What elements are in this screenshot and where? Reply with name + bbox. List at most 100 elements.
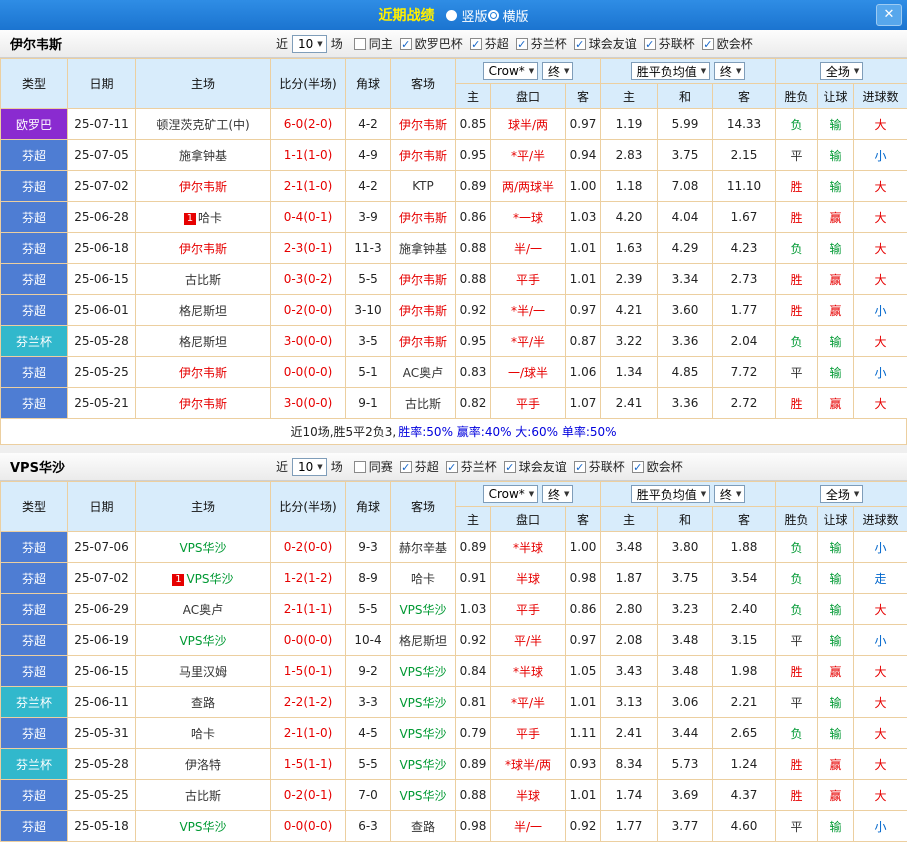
away-team: VPS华沙 — [391, 718, 456, 749]
avg-draw: 3.48 — [658, 625, 713, 656]
competition-filter-checkbox[interactable]: ✓芬联杯 — [644, 35, 695, 52]
col-odds-away: 客 — [566, 84, 601, 109]
result-goals: 大 — [854, 233, 907, 264]
close-button[interactable]: ✕ — [876, 4, 902, 26]
avg-type-select[interactable]: 胜平负均值▼ — [631, 62, 710, 80]
scope-select[interactable]: 全场▼ — [820, 62, 863, 80]
match-corners: 4-5 — [346, 718, 391, 749]
avg-away: 1.67 — [713, 202, 776, 233]
avg-home: 2.39 — [601, 264, 658, 295]
match-corners: 5-5 — [346, 749, 391, 780]
result-goals: 大 — [854, 388, 907, 419]
rank-badge: 1 — [184, 213, 196, 225]
away-team: 古比斯 — [391, 388, 456, 419]
odds-away: 0.86 — [566, 594, 601, 625]
select-value: 终 — [720, 63, 732, 80]
home-team: VPS华沙 — [136, 532, 271, 563]
avg-time-select[interactable]: 终▼ — [714, 485, 745, 503]
avg-draw: 3.80 — [658, 532, 713, 563]
odds-time-select[interactable]: 终▼ — [542, 62, 573, 80]
result-handicap: 赢 — [818, 264, 854, 295]
away-team: AC奥卢 — [391, 357, 456, 388]
scope-select[interactable]: 全场▼ — [820, 485, 863, 503]
away-team-name: 伊尔韦斯 — [399, 273, 447, 287]
filter-label: 芬联杯 — [589, 458, 625, 475]
match-row: 芬兰杯25-06-11查路2-2(1-2)3-3VPS华沙0.81*平/半1.0… — [1, 687, 907, 718]
avg-home: 4.21 — [601, 295, 658, 326]
odds-company-select[interactable]: Crow*▼ — [483, 485, 539, 503]
checkbox-checked-icon: ✓ — [644, 38, 656, 50]
home-team: 1VPS华沙 — [136, 563, 271, 594]
result-wdl: 负 — [776, 233, 818, 264]
result-wdl: 负 — [776, 563, 818, 594]
odds-away: 1.01 — [566, 780, 601, 811]
chevron-down-icon: ▼ — [854, 67, 859, 75]
competition-filter-checkbox[interactable]: ✓芬超 — [470, 35, 509, 52]
avg-away: 2.04 — [713, 326, 776, 357]
result-goals: 大 — [854, 326, 907, 357]
filter-label: 欧会杯 — [717, 35, 753, 52]
competition-filter-checkbox[interactable]: ✓芬兰杯 — [516, 35, 567, 52]
competition-filter-checkbox[interactable]: ✓芬兰杯 — [446, 458, 497, 475]
odds-away: 0.92 — [566, 811, 601, 842]
match-row: 芬超25-07-021VPS华沙1-2(1-2)8-9哈卡0.91半球0.981… — [1, 563, 907, 594]
avg-time-select[interactable]: 终▼ — [714, 62, 745, 80]
match-row: 芬超25-07-05施拿钟基1-1(1-0)4-9伊尔韦斯0.95*平/半0.9… — [1, 140, 907, 171]
odds-home: 0.95 — [456, 140, 491, 171]
match-type-badge: 芬超 — [1, 388, 68, 419]
avg-away: 4.37 — [713, 780, 776, 811]
avg-type-select[interactable]: 胜平负均值▼ — [631, 485, 710, 503]
competition-filter-checkbox[interactable]: ✓球会友谊 — [504, 458, 567, 475]
odds-home: 0.84 — [456, 656, 491, 687]
result-wdl: 胜 — [776, 202, 818, 233]
away-team-name: 伊尔韦斯 — [399, 149, 447, 163]
col-result-goals: 进球数 — [854, 507, 907, 532]
avg-home: 3.48 — [601, 532, 658, 563]
select-value: 10 — [298, 37, 313, 51]
checkbox-checked-icon: ✓ — [400, 38, 412, 50]
odds-away: 0.87 — [566, 326, 601, 357]
avg-home: 1.77 — [601, 811, 658, 842]
odds-time-select[interactable]: 终▼ — [542, 485, 573, 503]
avg-group-header: 胜平负均值▼ 终▼ — [601, 59, 776, 84]
avg-away: 3.15 — [713, 625, 776, 656]
match-score: 1-5(1-1) — [271, 749, 346, 780]
checkbox-checked-icon: ✓ — [574, 461, 586, 473]
competition-filter-checkbox[interactable]: ✓欧罗巴杯 — [400, 35, 463, 52]
match-type-badge: 芬超 — [1, 171, 68, 202]
competition-filter-checkbox[interactable]: ✓芬联杯 — [574, 458, 625, 475]
competition-filter-checkbox[interactable]: ✓欧会杯 — [702, 35, 753, 52]
odds-home: 0.95 — [456, 326, 491, 357]
odds-handicap: 平手 — [491, 718, 566, 749]
recent-count-select[interactable]: 10▼ — [292, 35, 327, 53]
summary-record: 近10场,胜5平2负3, — [290, 423, 396, 440]
competition-filter-checkbox[interactable]: 同赛 — [354, 458, 393, 475]
window-title: 近期战绩 — [378, 5, 434, 25]
home-team: AC奥卢 — [136, 594, 271, 625]
avg-home: 8.34 — [601, 749, 658, 780]
avg-draw: 4.29 — [658, 233, 713, 264]
odds-handicap: *半球 — [491, 532, 566, 563]
avg-draw: 4.85 — [658, 357, 713, 388]
away-team-name: 伊尔韦斯 — [399, 118, 447, 132]
competition-filter-checkbox[interactable]: ✓欧会杯 — [632, 458, 683, 475]
competition-filter-checkbox[interactable]: ✓芬超 — [400, 458, 439, 475]
select-value: Crow* — [489, 487, 525, 501]
match-score: 0-2(0-0) — [271, 295, 346, 326]
result-handicap: 赢 — [818, 749, 854, 780]
match-type-badge: 芬超 — [1, 656, 68, 687]
recent-count-select[interactable]: 10▼ — [292, 458, 327, 476]
odds-company-select[interactable]: Crow*▼ — [483, 62, 539, 80]
competition-filter-checkbox[interactable]: 同主 — [354, 35, 393, 52]
match-corners: 8-9 — [346, 563, 391, 594]
recent-label: 近 — [276, 458, 288, 475]
match-row: 欧罗巴25-07-11顿涅茨克矿工(中)6-0(2-0)4-2伊尔韦斯0.85球… — [1, 109, 907, 140]
odds-handicap: 半/一 — [491, 811, 566, 842]
competition-filter-checkbox[interactable]: ✓球会友谊 — [574, 35, 637, 52]
layout-radio-horizontal[interactable]: 横版 — [488, 6, 529, 25]
layout-radio-vertical[interactable]: 竖版 — [446, 6, 487, 25]
match-corners: 9-2 — [346, 656, 391, 687]
team-name: 伊尔韦斯 — [0, 34, 272, 53]
home-team-name: VPS华沙 — [186, 572, 233, 586]
result-wdl: 胜 — [776, 749, 818, 780]
